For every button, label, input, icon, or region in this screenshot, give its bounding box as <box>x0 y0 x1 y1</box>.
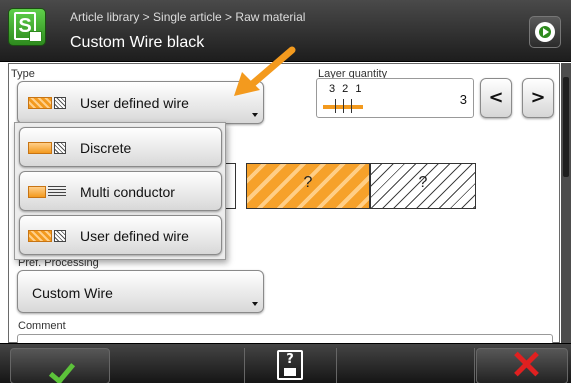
breadcrumb: Article library > Single article > Raw m… <box>70 10 306 24</box>
page-title: Custom Wire black <box>70 34 205 51</box>
chevron-down-icon <box>252 302 258 306</box>
layer-quantity-value: 3 <box>459 92 467 107</box>
type-option-label: Multi conductor <box>80 184 175 200</box>
save-question-mark: ? <box>286 352 294 367</box>
layer-decrease-button[interactable]: < <box>480 78 512 118</box>
layer-1-value: ? <box>303 174 313 191</box>
confirm-button[interactable] <box>10 348 110 383</box>
checkmark-icon <box>48 357 76 383</box>
user-defined-wire-icon <box>28 97 68 109</box>
forward-icon <box>535 22 555 42</box>
discrete-wire-icon <box>28 142 68 154</box>
scrollbar[interactable] <box>561 63 571 343</box>
type-option-multi-conductor[interactable]: Multi conductor <box>19 171 222 211</box>
type-option-label: Discrete <box>80 140 132 156</box>
type-selected-value: User defined wire <box>80 95 189 111</box>
type-option-label: User defined wire <box>80 228 189 244</box>
annotation-arrow-icon <box>234 46 296 96</box>
type-label: Type <box>11 68 35 80</box>
comment-label: Comment <box>18 320 66 332</box>
pref-processing-dropdown[interactable]: Custom Wire <box>17 270 264 313</box>
type-options-popup: Discrete Multi conductor User defined wi… <box>14 122 226 260</box>
layer-quantity-field[interactable]: 3 2 1 3 <box>316 78 474 118</box>
wire-layer-2[interactable]: ? <box>370 163 476 209</box>
layer-quantity-indicator: 3 2 1 <box>329 83 364 95</box>
layer-2-value: ? <box>418 174 428 191</box>
user-defined-wire-icon <box>28 230 68 242</box>
type-option-discrete[interactable]: Discrete <box>19 127 222 167</box>
chevron-down-icon <box>252 113 258 117</box>
article-library-icon: S <box>8 8 46 46</box>
type-dropdown[interactable]: User defined wire <box>17 81 264 124</box>
save-icon[interactable]: ? <box>277 350 303 380</box>
type-option-user-defined-wire[interactable]: User defined wire <box>19 215 222 255</box>
forward-button[interactable] <box>529 16 561 48</box>
layer-increase-button[interactable]: > <box>522 78 554 118</box>
pref-processing-value: Custom Wire <box>32 285 113 301</box>
multi-conductor-icon <box>28 186 68 198</box>
layer-quantity-graph-icon <box>323 99 363 113</box>
wire-layer-1[interactable]: ? <box>246 163 370 209</box>
scrollbar-thumb[interactable] <box>563 77 569 177</box>
close-icon[interactable] <box>513 351 539 377</box>
